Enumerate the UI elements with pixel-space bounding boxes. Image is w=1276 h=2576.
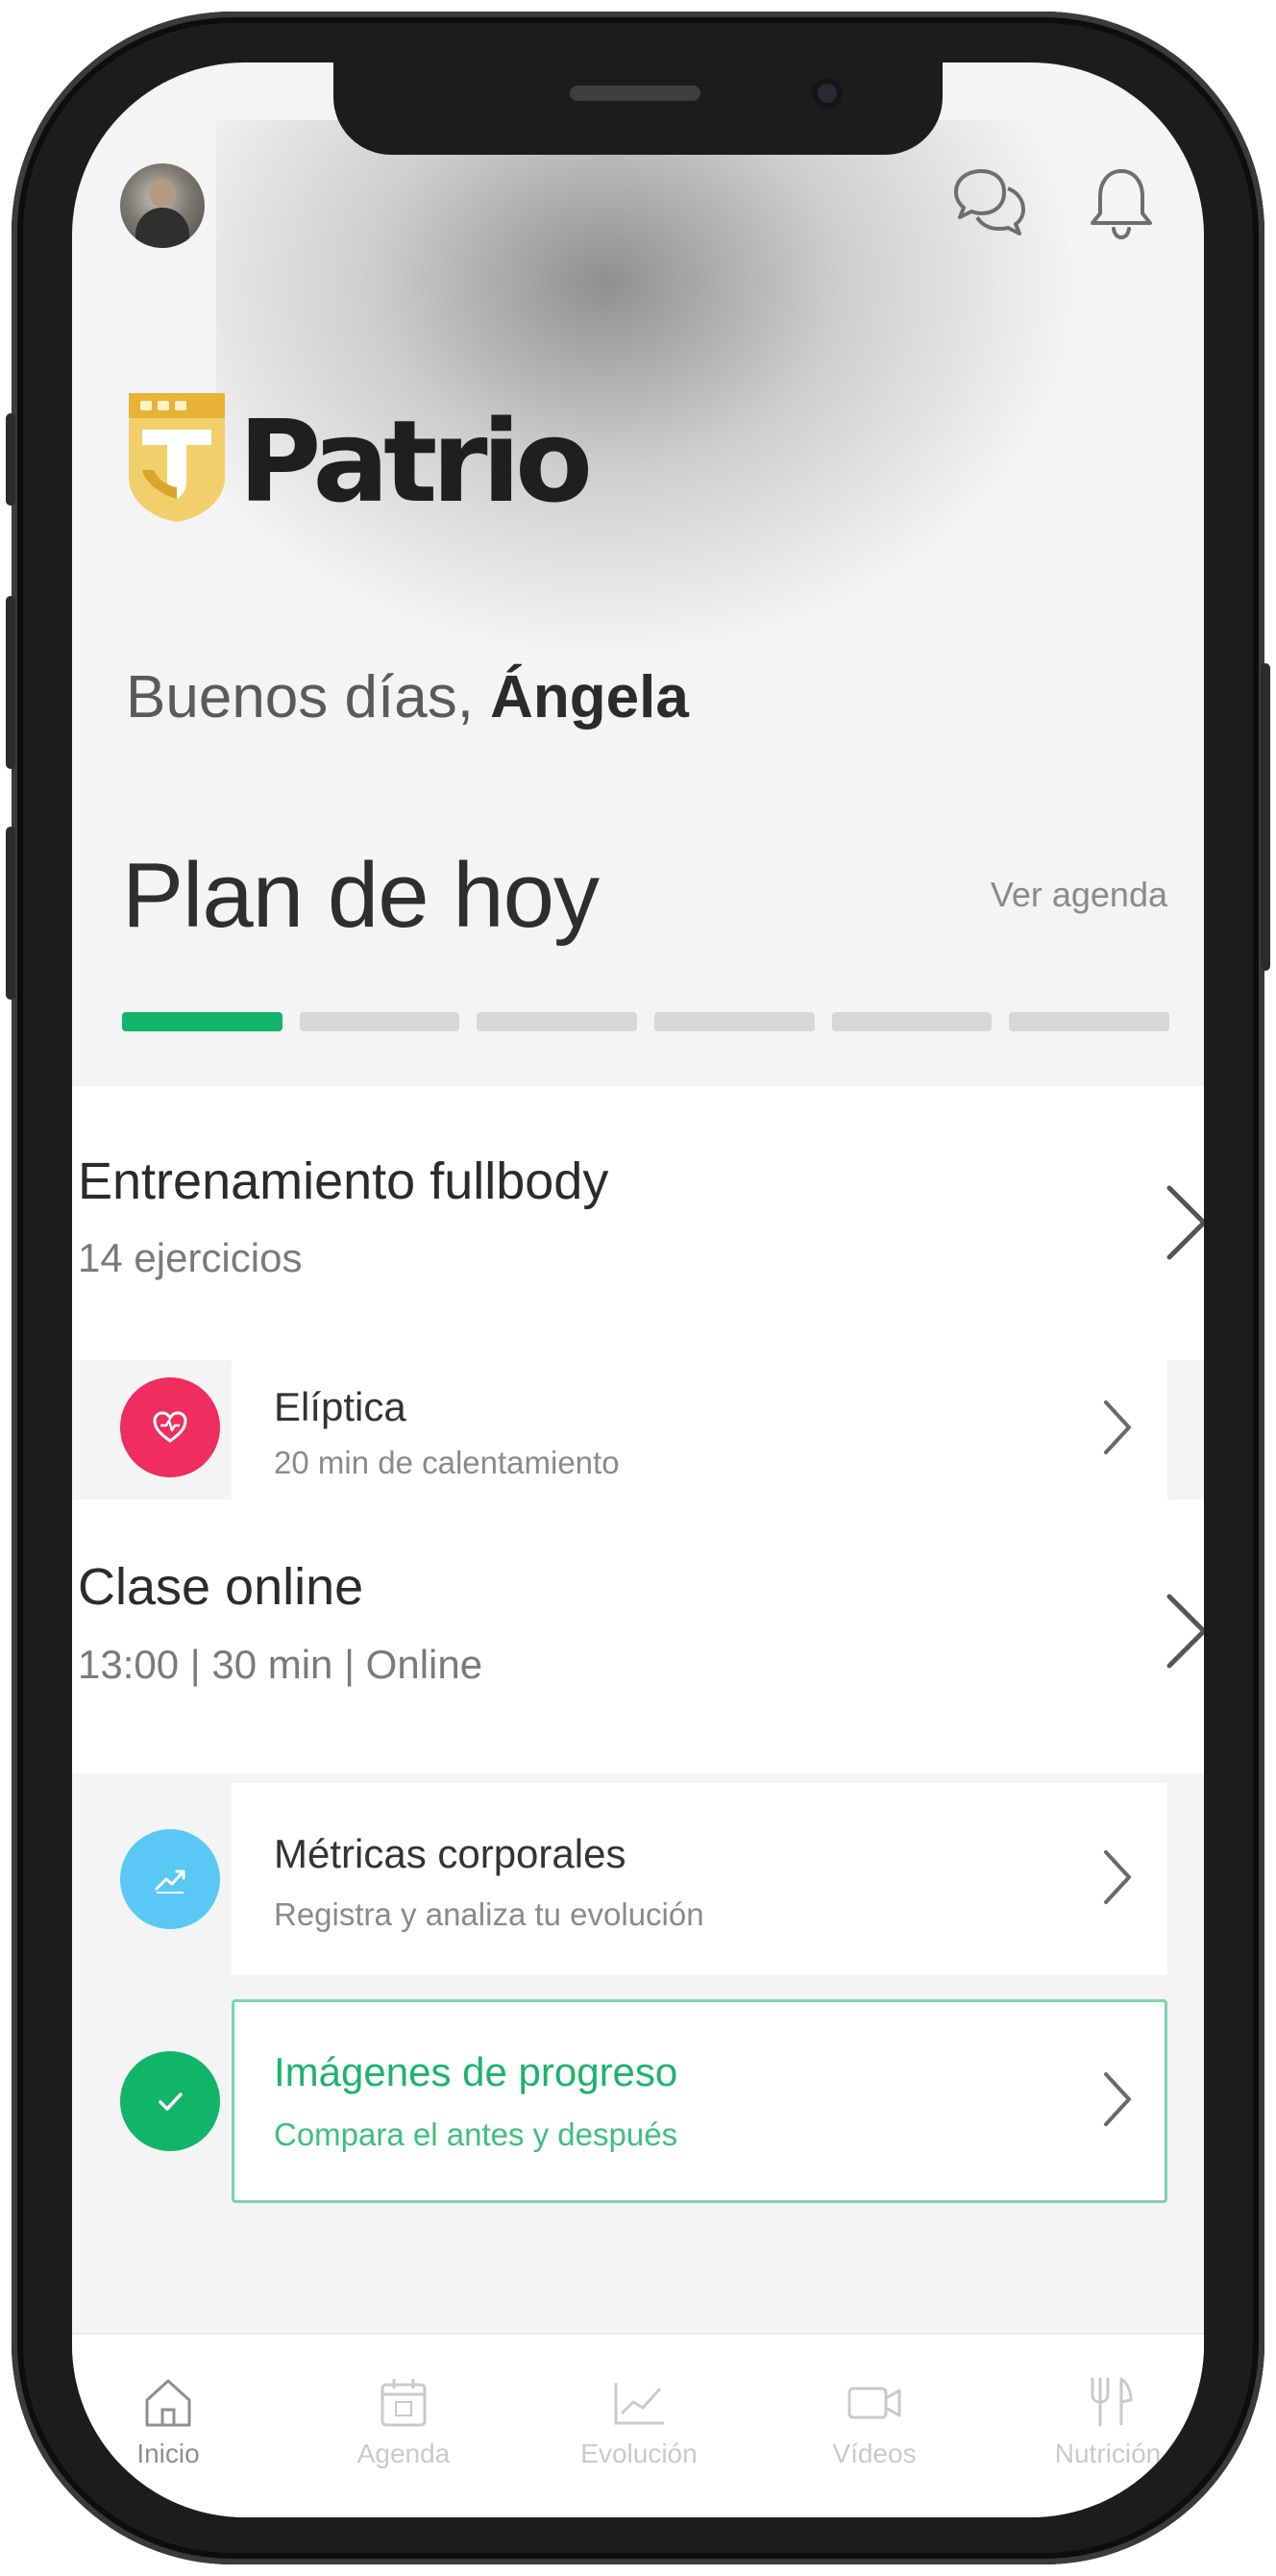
progress-images-panel: [232, 1999, 1167, 2203]
progress-images-item[interactable]: Imágenes de progreso Compara el antes y …: [72, 1999, 1204, 2203]
bottom-nav: Inicio Agenda Evolución Vídeos Nutrición: [72, 2333, 1204, 2517]
nav-item-videos[interactable]: Vídeos: [778, 2373, 970, 2498]
see-agenda-link[interactable]: Ver agenda: [991, 875, 1167, 915]
brand-logo: Patrio: [125, 389, 663, 533]
online-class-title: Clase online: [78, 1558, 364, 1616]
progress-segment: [654, 1012, 815, 1031]
workout-card[interactable]: Entrenamiento fullbody 14 ejercicios: [72, 1086, 1204, 1360]
phone-screen: Patrio Buenos días, Ángela Plan de hoy V…: [72, 62, 1204, 2517]
avatar[interactable]: [120, 163, 205, 248]
progress-segment: [477, 1012, 638, 1031]
greeting-prefix: Buenos días,: [126, 664, 474, 731]
shield-logo-icon: [129, 393, 225, 522]
avatar-body: [135, 208, 189, 248]
chevron-right-icon: [1104, 1850, 1131, 1904]
progress-segment: [299, 1012, 460, 1031]
nav-label: Vídeos: [832, 2439, 917, 2468]
body-metrics-title: Métricas corporales: [274, 1831, 626, 1876]
calendar-icon: [380, 2379, 427, 2427]
nav-item-nutricion[interactable]: Nutrición: [1012, 2373, 1204, 2498]
chevron-right-icon: [1104, 2072, 1131, 2126]
progress-images-title: Imágenes de progreso: [274, 2049, 678, 2094]
progress-images-subtitle: Compara el antes y después: [274, 2117, 678, 2152]
online-class-card[interactable]: Clase online 13:00 | 30 min | Online: [72, 1499, 1204, 1773]
notch: [333, 62, 943, 155]
power-button: [1261, 663, 1270, 971]
greeting-name: Ángela: [490, 664, 689, 731]
bell-icon[interactable]: [1081, 163, 1162, 244]
elliptical-icon-badge: [120, 1377, 220, 1477]
progress-segment: [122, 1012, 282, 1031]
elliptical-subtitle: 20 min de calentamiento: [274, 1445, 620, 1480]
body-metrics-icon-badge: [120, 1829, 220, 1929]
page-title: Plan de hoy: [122, 844, 600, 947]
nav-item-inicio[interactable]: Inicio: [72, 2373, 264, 2498]
body-metrics-subtitle: Registra y analiza tu evolución: [274, 1896, 704, 1932]
elliptical-title: Elíptica: [274, 1384, 406, 1429]
canvas: Patrio Buenos días, Ángela Plan de hoy V…: [0, 0, 1276, 2576]
elliptical-item[interactable]: Elíptica 20 min de calentamiento: [72, 1360, 1204, 1499]
chevron-right-icon: [1166, 1185, 1204, 1260]
online-class-subtitle: 13:00 | 30 min | Online: [78, 1642, 483, 1687]
heart-rate-icon: [153, 1411, 187, 1443]
avatar-head: [149, 179, 176, 208]
body-metrics-item[interactable]: Métricas corporales Registra y analiza t…: [72, 1783, 1204, 1975]
nav-label: Agenda: [356, 2439, 451, 2468]
chevron-right-icon: [1166, 1594, 1204, 1669]
brand-name: Patrio: [238, 395, 593, 528]
nav-label: Nutrición: [1054, 2439, 1162, 2468]
volume-down-button: [6, 827, 15, 1000]
check-icon: [159, 2093, 183, 2111]
progress-images-icon-badge: [120, 2051, 220, 2151]
progress-segment: [1009, 1012, 1170, 1031]
daily-progress-bar: [122, 1012, 1170, 1031]
trend-chart-icon: [155, 1870, 185, 1894]
greeting: Buenos días, Ángela: [126, 663, 689, 731]
nav-item-agenda[interactable]: Agenda: [307, 2373, 500, 2498]
speaker-grille: [570, 86, 700, 101]
chat-icon[interactable]: [948, 163, 1029, 244]
workout-title: Entrenamiento fullbody: [78, 1152, 609, 1210]
home-icon: [145, 2379, 191, 2427]
front-camera: [812, 78, 843, 109]
chevron-right-icon: [1104, 1400, 1131, 1454]
video-icon: [847, 2387, 901, 2419]
workout-subtitle: 14 ejercicios: [78, 1235, 303, 1280]
nav-item-evolucion[interactable]: Evolución: [543, 2373, 735, 2498]
nav-label: Evolución: [580, 2439, 698, 2468]
fork-knife-icon: [1091, 2377, 1133, 2427]
progress-segment: [831, 1012, 993, 1031]
chart-icon: [614, 2383, 664, 2425]
silent-switch: [6, 413, 15, 506]
volume-up-button: [6, 596, 15, 769]
body-metrics-panel: [232, 1783, 1167, 1975]
nav-label: Inicio: [136, 2439, 200, 2468]
